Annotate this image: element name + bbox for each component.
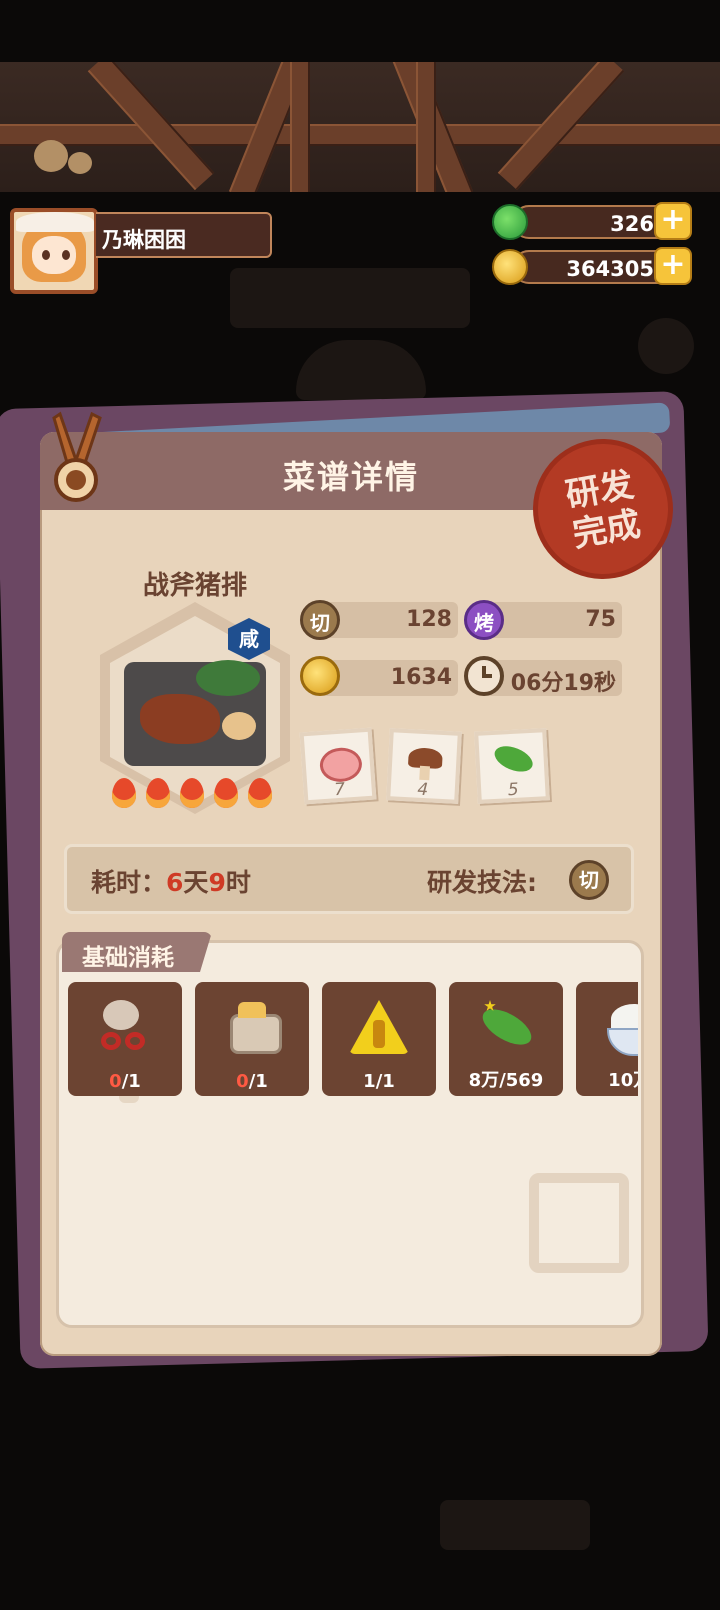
item-need: /1: [375, 1071, 395, 1092]
consumption-item[interactable]: 10万/: [576, 982, 638, 1096]
dimmed-pot-icon: [296, 340, 426, 400]
item-have: 1: [363, 1071, 376, 1092]
rice-bowl-icon: [603, 998, 638, 1058]
consumption-item[interactable]: 0/1: [68, 982, 182, 1096]
technique-label: 研发技法:: [427, 868, 537, 897]
roast-value: 75: [585, 607, 616, 632]
item-count: 0/1: [195, 1071, 309, 1092]
player-name-box: 乃琳困困: [96, 212, 272, 258]
ingredient-count: 4: [416, 779, 429, 801]
item-have: 8万: [468, 1070, 500, 1091]
golden-coral-icon: [349, 998, 409, 1058]
item-count: 8万/569: [449, 1066, 563, 1092]
ingredient-card[interactable]: 4: [386, 728, 462, 804]
chick-decoration: [32, 138, 102, 178]
vegetable-garnish-icon: [196, 660, 260, 696]
green-jade-icon: [492, 204, 528, 240]
research-info-bar: 耗时：6天9时 研发技法: 切: [64, 844, 634, 914]
ceiling-beams-scene: [0, 62, 720, 192]
research-time: 耗时：6天9时: [91, 863, 251, 899]
item-have: 0: [236, 1071, 249, 1092]
research-days: 6: [166, 868, 184, 897]
clock-icon: [464, 656, 504, 696]
dumpling-icon: [222, 712, 256, 740]
gold-coin-icon: [492, 249, 528, 285]
stone-knife-icon: [95, 998, 155, 1058]
cucumber-icon: [476, 998, 537, 1058]
consumption-items-row[interactable]: 0/1 0/1 1/1 8万/569 10万/: [66, 980, 638, 1100]
heat-rating: [112, 778, 278, 810]
back-button[interactable]: [52, 410, 104, 504]
dish-name: 战斧猪排: [142, 571, 247, 601]
item-count: 10万/: [576, 1066, 638, 1092]
ingredient-count: 5: [507, 779, 520, 801]
cook-time-value: 06分19秒: [510, 671, 616, 696]
research-days-unit: 天: [183, 868, 209, 897]
consumption-item[interactable]: 1/1: [322, 982, 436, 1096]
research-hours-unit: 时: [225, 868, 251, 897]
add-jade-button[interactable]: +: [654, 202, 692, 240]
flame-icon: [248, 778, 272, 808]
research-time-label: 耗时：: [91, 868, 167, 897]
ingredient-count: 7: [333, 779, 346, 801]
item-have: 10万: [608, 1070, 638, 1091]
dimmed-side-button: [638, 318, 694, 374]
item-count: 0/1: [68, 1071, 182, 1092]
dimmed-bottom-button: [440, 1500, 590, 1550]
consumption-item[interactable]: 8万/569: [449, 982, 563, 1096]
item-have: 0: [109, 1071, 122, 1092]
base-consumption-label: 基础消耗: [82, 945, 174, 971]
toaster-icon: [222, 998, 282, 1058]
consumption-item[interactable]: 0/1: [195, 982, 309, 1096]
flame-icon: [180, 778, 204, 808]
item-need: /1: [121, 1071, 141, 1092]
jade-value: 326: [610, 212, 654, 236]
flame-icon: [112, 778, 136, 808]
cut-technique-icon: 切: [569, 860, 609, 900]
ingredient-card[interactable]: 7: [299, 727, 377, 805]
pork-chop-icon: [140, 694, 220, 744]
flame-icon: [146, 778, 170, 808]
gold-coin-icon: [300, 656, 340, 696]
flame-icon: [214, 778, 238, 808]
price-value: 1634: [390, 665, 452, 690]
item-count: 1/1: [322, 1071, 436, 1092]
roast-icon: 烤: [464, 600, 504, 640]
add-coins-button[interactable]: +: [654, 247, 692, 285]
item-need: /1: [248, 1071, 268, 1092]
coin-value: 364305: [566, 257, 654, 281]
player-avatar[interactable]: [10, 208, 98, 294]
base-consumption-tab: 基础消耗: [62, 932, 212, 972]
dimmed-background-banner: [230, 268, 470, 328]
player-name: 乃琳困困: [102, 228, 186, 252]
cucumber-icon: [490, 741, 537, 777]
ingredient-card[interactable]: 5: [474, 728, 550, 804]
back-arrow-icon: [52, 411, 102, 502]
cut-value: 128: [406, 607, 452, 632]
cut-icon: 切: [300, 600, 340, 640]
item-need: /569: [499, 1070, 544, 1091]
research-hours: 9: [208, 868, 226, 897]
